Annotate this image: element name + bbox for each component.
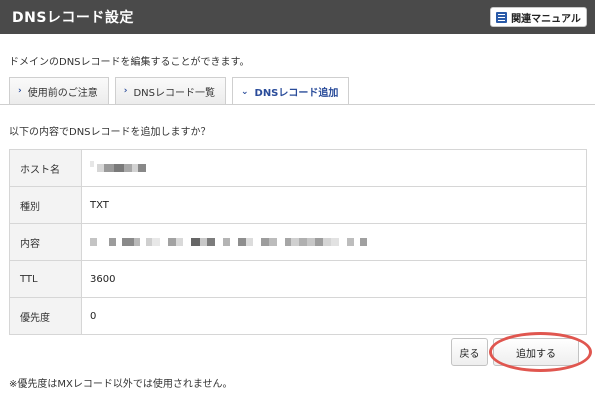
table-row: ホスト名	[9, 149, 587, 187]
tab-bar: › 使用前のご注意 › DNSレコード一覧 ⌄ DNSレコード追加	[9, 77, 350, 105]
row-value-priority: 0	[81, 297, 587, 335]
row-label-type: 種別	[9, 186, 82, 224]
page-title: DNSレコード設定	[12, 10, 134, 26]
redacted-host-value	[90, 160, 147, 174]
table-row: 種別 TXT	[9, 186, 587, 224]
page-description: ドメインのDNSレコードを編集することができます。	[9, 57, 250, 68]
row-value-ttl: 3600	[81, 260, 587, 298]
tab-dns-record-add[interactable]: ⌄ DNSレコード追加	[231, 77, 350, 105]
row-label-ttl: TTL	[9, 260, 82, 298]
tab-precautions[interactable]: › 使用前のご注意	[9, 77, 109, 104]
priority-note: ※優先度はMXレコード以外では使用されません。	[9, 379, 233, 390]
confirm-question: 以下の内容でDNSレコードを追加しますか？	[9, 127, 211, 138]
row-label-priority: 優先度	[9, 297, 82, 335]
back-button[interactable]: 戻る	[451, 338, 488, 366]
row-value-host	[81, 149, 587, 187]
row-value-type: TXT	[81, 186, 587, 224]
tab-divider	[0, 104, 595, 105]
page-header: DNSレコード設定 関連マニュアル	[0, 0, 595, 34]
table-row: 優先度 0	[9, 297, 587, 335]
chevron-right-icon: ›	[18, 86, 22, 96]
tab-label: 使用前のご注意	[27, 87, 98, 99]
add-button[interactable]: 追加する	[493, 338, 579, 366]
related-manual-button[interactable]: 関連マニュアル	[490, 7, 587, 27]
row-label-content: 内容	[9, 223, 82, 261]
tab-label: DNSレコード一覧	[133, 87, 215, 99]
book-icon	[496, 11, 508, 23]
related-manual-label: 関連マニュアル	[511, 13, 581, 25]
chevron-down-icon: ⌄	[240, 86, 249, 97]
tab-dns-record-list[interactable]: › DNSレコード一覧	[114, 77, 226, 104]
tab-label: DNSレコード追加	[254, 88, 339, 99]
chevron-right-icon: ›	[123, 86, 128, 96]
table-row: 内容	[9, 223, 587, 261]
redacted-content-value	[90, 237, 367, 248]
table-row: TTL 3600	[9, 260, 587, 298]
row-label-host: ホスト名	[9, 149, 82, 187]
record-confirm-table: ホスト名 種別 TXT 内容 TTL 3600 優先度 0	[9, 149, 587, 335]
row-value-content	[81, 223, 587, 261]
